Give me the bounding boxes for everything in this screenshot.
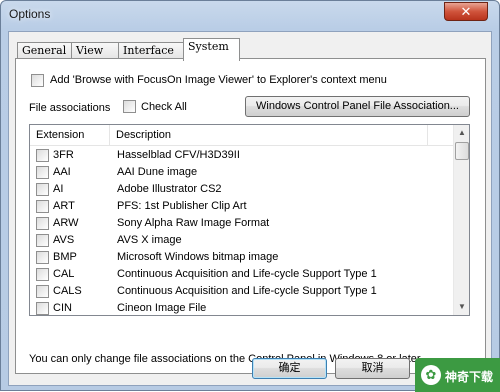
row-checkbox[interactable] (36, 285, 49, 298)
cancel-button[interactable]: 取消 (335, 358, 410, 379)
row-description: Continuous Acquisition and Life-cycle Su… (117, 285, 377, 297)
row-checkbox[interactable] (36, 217, 49, 230)
column-header-description[interactable]: Description (110, 125, 428, 146)
row-description: Continuous Acquisition and Life-cycle Su… (117, 268, 377, 280)
row-extension: ARW (53, 217, 79, 229)
options-window: Options ✕ General View Interface System … (0, 0, 500, 392)
row-extension: CAL (53, 268, 75, 280)
list-item[interactable]: AI Adobe Illustrator CS2 (30, 181, 453, 198)
file-association-list[interactable]: Extension Description 3FR Hasselblad CFV… (29, 124, 470, 316)
close-icon: ✕ (460, 4, 472, 19)
title-bar[interactable]: Options ✕ (1, 1, 499, 31)
window-title: Options (9, 7, 51, 21)
row-description: AVS X image (117, 234, 182, 246)
list-item[interactable]: CAL Continuous Acquisition and Life-cycl… (30, 266, 453, 283)
list-item[interactable]: 3FR Hasselblad CFV/H3D39II (30, 147, 453, 164)
check-all-label[interactable]: Check All (141, 101, 187, 113)
watermark-logo: ✿ 神奇下载 (415, 358, 500, 392)
dialog-client: General View Interface System Add 'Brows… (8, 31, 492, 386)
row-checkbox[interactable] (36, 166, 49, 179)
watermark-text: 神奇下载 (445, 370, 494, 384)
check-all-checkbox[interactable] (123, 100, 136, 113)
list-item[interactable]: ART PFS: 1st Publisher Clip Art (30, 198, 453, 215)
row-checkbox[interactable] (36, 251, 49, 264)
system-tab-panel: Add 'Browse with FocusOn Image Viewer' t… (15, 58, 486, 374)
row-extension: 3FR (53, 149, 74, 161)
row-extension: ART (53, 200, 75, 212)
context-menu-checkbox[interactable] (31, 74, 44, 87)
tab-system[interactable]: System (183, 38, 240, 61)
row-description: Hasselblad CFV/H3D39II (117, 149, 240, 161)
row-description: AAI Dune image (117, 166, 198, 178)
row-description: Microsoft Windows bitmap image (117, 251, 279, 263)
row-description: PFS: 1st Publisher Clip Art (117, 200, 247, 212)
row-checkbox[interactable] (36, 183, 49, 196)
row-extension: AI (53, 183, 64, 195)
scroll-down-icon[interactable]: ▼ (454, 299, 469, 315)
row-extension: CALS (53, 285, 82, 297)
list-header: Extension Description (30, 125, 453, 146)
scroll-up-icon[interactable]: ▲ (454, 125, 469, 141)
row-checkbox[interactable] (36, 200, 49, 213)
row-description: Cineon Image File (117, 302, 207, 314)
row-description: Adobe Illustrator CS2 (117, 183, 222, 195)
scrollbar-thumb[interactable] (455, 142, 469, 160)
row-checkbox[interactable] (36, 302, 49, 315)
row-checkbox[interactable] (36, 268, 49, 281)
list-item[interactable]: CALS Continuous Acquisition and Life-cyc… (30, 283, 453, 300)
list-item[interactable]: AVS AVS X image (30, 232, 453, 249)
file-associations-label: File associations (29, 102, 111, 114)
row-checkbox[interactable] (36, 234, 49, 247)
close-button[interactable]: ✕ (444, 2, 488, 21)
list-item[interactable]: AAI AAI Dune image (30, 164, 453, 181)
control-panel-association-button[interactable]: Windows Control Panel File Association..… (245, 96, 470, 117)
ok-button[interactable]: 确定 (252, 358, 327, 379)
list-item[interactable]: BMP Microsoft Windows bitmap image (30, 249, 453, 266)
vertical-scrollbar[interactable]: ▲ ▼ (453, 125, 469, 315)
list-item[interactable]: ARW Sony Alpha Raw Image Format (30, 215, 453, 232)
list-item[interactable]: CIN Cineon Image File (30, 300, 453, 315)
row-checkbox[interactable] (36, 149, 49, 162)
row-extension: AAI (53, 166, 71, 178)
row-extension: BMP (53, 251, 77, 263)
column-header-extension[interactable]: Extension (30, 125, 110, 146)
row-extension: AVS (53, 234, 75, 246)
row-extension: CIN (53, 302, 72, 314)
flower-icon: ✿ (421, 365, 441, 385)
row-description: Sony Alpha Raw Image Format (117, 217, 270, 229)
context-menu-label[interactable]: Add 'Browse with FocusOn Image Viewer' t… (50, 74, 387, 86)
